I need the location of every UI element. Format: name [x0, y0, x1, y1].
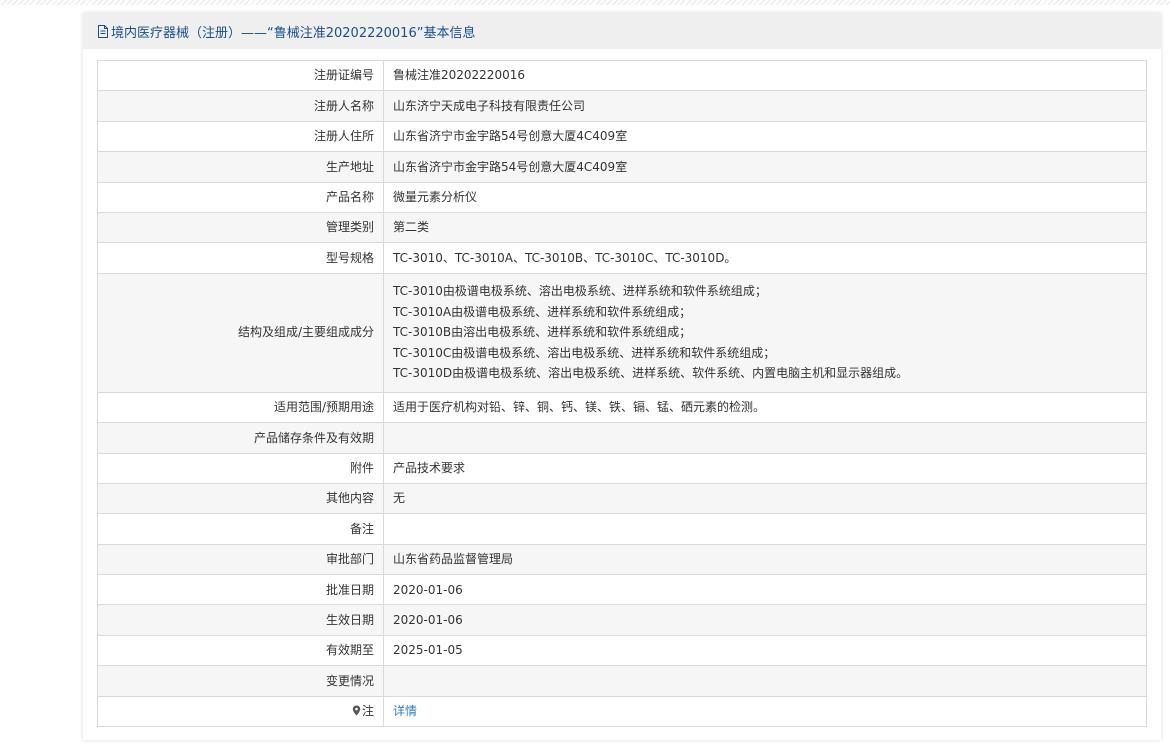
row-label-product-name: 产品名称: [97, 181, 384, 213]
info-table-container: 注册证编号 鲁械注准20202220016 注册人名称 山东济宁天成电子科技有限…: [97, 59, 1147, 728]
panel-header: 境内医疗器械（注册）——“鲁械注准20202220016”基本信息: [83, 13, 1161, 49]
table-row: 备注: [97, 513, 1147, 545]
note-label: 注: [361, 704, 374, 719]
table-row: 注册证编号 鲁械注准20202220016: [97, 59, 1147, 92]
row-value-production-address: 山东省济宁市金宇路54号创意大厦4C409室: [383, 151, 1147, 183]
table-row: 审批部门 山东省药品监督管理局: [97, 543, 1147, 576]
row-label-structure-composition: 结构及组成/主要组成成分: [97, 272, 384, 393]
details-link[interactable]: 详情: [393, 704, 417, 718]
row-value-approval-date: 2020-01-06: [383, 574, 1147, 606]
row-label-other-content: 其他内容: [97, 482, 384, 515]
row-value-storage-validity: [383, 422, 1147, 454]
row-label-model-spec: 型号规格: [97, 242, 384, 274]
table-row: 型号规格 TC-3010、TC-3010A、TC-3010B、TC-3010C、…: [97, 242, 1147, 274]
row-value-approval-department: 山东省药品监督管理局: [383, 543, 1147, 576]
info-table: 注册证编号 鲁械注准20202220016 注册人名称 山东济宁天成电子科技有限…: [97, 59, 1147, 728]
composition-line: TC-3010B由溶出电极系统、进样系统和软件系统组成；: [393, 325, 692, 340]
row-value-attachment: 产品技术要求: [383, 452, 1147, 484]
row-label-valid-until: 有效期至: [97, 634, 384, 667]
table-row: 附件 产品技术要求: [97, 452, 1147, 484]
row-value-remarks: [383, 513, 1147, 545]
row-label-remarks: 备注: [97, 513, 384, 545]
row-label-effective-date: 生效日期: [97, 604, 384, 636]
composition-line: TC-3010由极谱电极系统、溶出电极系统、进样系统和软件系统组成；: [393, 284, 767, 299]
row-value-other-content: 无: [383, 482, 1147, 515]
table-row: 批准日期 2020-01-06: [97, 574, 1147, 606]
row-value-model-spec: TC-3010、TC-3010A、TC-3010B、TC-3010C、TC-30…: [383, 242, 1147, 274]
table-row: 其他内容 无: [97, 482, 1147, 515]
row-label-intended-use: 适用范围/预期用途: [97, 391, 384, 424]
row-value-note: 详情: [383, 695, 1147, 728]
composition-line: TC-3010C由极谱电极系统、溶出电极系统、进样系统和软件系统组成；: [393, 345, 776, 360]
row-label-note: 注: [97, 695, 384, 728]
row-value-product-name: 微量元素分析仪: [383, 181, 1147, 213]
table-row: 产品名称 微量元素分析仪: [97, 181, 1147, 213]
row-value-intended-use: 适用于医疗机构对铅、锌、铜、钙、镁、铁、镉、锰、硒元素的检测。: [383, 391, 1147, 424]
page-title: 境内医疗器械（注册）——“鲁械注准20202220016”基本信息: [111, 25, 476, 41]
row-label-change-status: 变更情况: [97, 665, 384, 697]
pin-icon: [352, 705, 361, 716]
document-icon: [97, 24, 109, 38]
row-label-attachment: 附件: [97, 452, 384, 484]
top-decorative-strip: [0, 0, 1170, 5]
row-label-production-address: 生产地址: [97, 151, 384, 183]
row-value-registrant-address: 山东省济宁市金宇路54号创意大厦4C409室: [383, 120, 1147, 153]
table-row: 注册人名称 山东济宁天成电子科技有限责任公司: [97, 90, 1147, 122]
table-row: 适用范围/预期用途 适用于医疗机构对铅、锌、铜、钙、镁、铁、镉、锰、硒元素的检测…: [97, 391, 1147, 424]
row-value-management-category: 第二类: [383, 211, 1147, 244]
row-label-storage-validity: 产品储存条件及有效期: [97, 422, 384, 454]
table-row: 管理类别 第二类: [97, 211, 1147, 244]
table-row: 生产地址 山东省济宁市金宇路54号创意大厦4C409室: [97, 151, 1147, 183]
table-row: 注 详情: [97, 695, 1147, 728]
row-label-management-category: 管理类别: [97, 211, 384, 244]
row-label-approval-department: 审批部门: [97, 543, 384, 576]
row-value-valid-until: 2025-01-05: [383, 634, 1147, 667]
row-value-registration-number: 鲁械注准20202220016: [383, 59, 1147, 92]
row-label-registrant-address: 注册人住所: [97, 120, 384, 153]
composition-line: TC-3010D由极谱电极系统、溶出电极系统、进样系统、软件系统、内置电脑主机和…: [393, 366, 909, 381]
table-row: 结构及组成/主要组成成分 TC-3010由极谱电极系统、溶出电极系统、进样系统和…: [97, 272, 1147, 393]
table-row: 有效期至 2025-01-05: [97, 634, 1147, 667]
table-row: 变更情况: [97, 665, 1147, 697]
row-label-approval-date: 批准日期: [97, 574, 384, 606]
row-value-structure-composition: TC-3010由极谱电极系统、溶出电极系统、进样系统和软件系统组成； TC-30…: [383, 272, 1147, 393]
row-value-registrant-name: 山东济宁天成电子科技有限责任公司: [383, 90, 1147, 122]
composition-line: TC-3010A由极谱电极系统、进样系统和软件系统组成；: [393, 304, 692, 319]
info-panel: 境内医疗器械（注册）——“鲁械注准20202220016”基本信息 注册证编号 …: [83, 13, 1161, 740]
table-row: 产品储存条件及有效期: [97, 422, 1147, 454]
table-row: 注册人住所 山东省济宁市金宇路54号创意大厦4C409室: [97, 120, 1147, 153]
row-value-effective-date: 2020-01-06: [383, 604, 1147, 636]
table-row: 生效日期 2020-01-06: [97, 604, 1147, 636]
row-value-change-status: [383, 665, 1147, 697]
row-label-registrant-name: 注册人名称: [97, 90, 384, 122]
row-label-registration-number: 注册证编号: [97, 59, 384, 92]
